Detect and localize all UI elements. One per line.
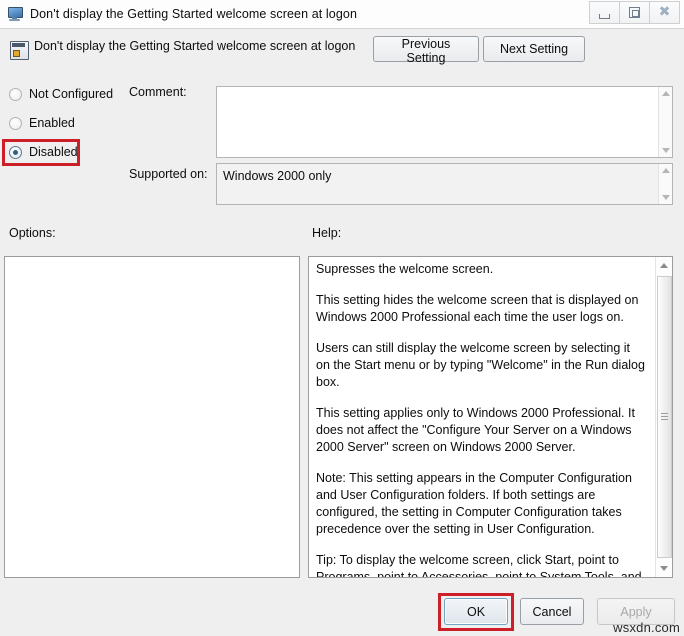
next-setting-button[interactable]: Next Setting (483, 36, 585, 62)
help-scroll-thumb[interactable] (657, 276, 672, 558)
comment-label: Comment: (129, 85, 187, 99)
help-paragraph: This setting applies only to Windows 200… (316, 406, 635, 454)
help-panel: Supresses the welcome screen. This settin… (308, 256, 673, 578)
scroll-up-icon[interactable] (662, 168, 670, 173)
window-controls: ✖ (589, 1, 680, 24)
cancel-button[interactable]: Cancel (520, 598, 584, 625)
restore-button[interactable] (620, 1, 650, 24)
help-paragraph: Tip: To display the welcome screen, clic… (316, 553, 642, 578)
help-paragraph: Note: This setting appears in the Comput… (316, 471, 632, 536)
close-button[interactable]: ✖ (650, 1, 680, 24)
watermark: wsxdn.com (613, 620, 680, 635)
help-scroll-up-button[interactable] (656, 257, 672, 274)
close-icon: ✖ (658, 4, 671, 20)
options-panel[interactable] (4, 256, 300, 578)
options-content (5, 257, 299, 269)
radio-enabled-label: Enabled (29, 116, 75, 130)
scroll-down-icon[interactable] (662, 148, 670, 153)
setting-header: Don't display the Getting Started welcom… (0, 36, 684, 72)
radio-not-configured[interactable]: Not Configured (9, 84, 113, 104)
restore-icon (629, 7, 640, 18)
supported-on-scrollbar[interactable] (658, 164, 672, 204)
scroll-down-icon[interactable] (662, 195, 670, 200)
radio-disabled[interactable]: Disabled (9, 142, 78, 162)
help-text: Supresses the welcome screen. This settin… (316, 261, 646, 578)
scroll-up-icon[interactable] (662, 91, 670, 96)
help-label: Help: (312, 226, 342, 240)
comment-input[interactable] (216, 86, 673, 158)
group-policy-setting-dialog: Don't display the Getting Started welcom… (0, 0, 684, 636)
radio-button-icon (9, 87, 22, 101)
computer-monitor-icon (7, 6, 23, 22)
radio-not-configured-label: Not Configured (29, 87, 114, 101)
radio-button-icon (9, 116, 22, 130)
help-scroll-down-button[interactable] (656, 560, 672, 577)
window-title: Don't display the Getting Started welcom… (30, 7, 358, 21)
supported-on-field: Windows 2000 only (216, 163, 673, 205)
comment-scrollbar[interactable] (658, 87, 672, 157)
supported-on-label: Supported on: (129, 167, 208, 181)
setting-title: Don't display the Getting Started welcom… (34, 39, 356, 53)
previous-setting-button[interactable]: Previous Setting (373, 36, 479, 65)
help-scrollbar[interactable] (655, 257, 672, 577)
title-bar: Don't display the Getting Started welcom… (0, 0, 684, 29)
help-paragraph: Supresses the welcome screen. (316, 262, 494, 276)
radio-enabled[interactable]: Enabled (9, 113, 75, 133)
radio-disabled-label: Disabled (29, 145, 78, 159)
help-paragraph: This setting hides the welcome screen th… (316, 293, 639, 324)
minimize-icon (599, 14, 610, 19)
supported-on-value: Windows 2000 only (223, 169, 332, 183)
radio-button-selected-icon (9, 145, 22, 159)
minimize-button[interactable] (589, 1, 620, 24)
help-paragraph: Users can still display the welcome scre… (316, 341, 645, 389)
ok-button[interactable]: OK (444, 598, 508, 625)
scroll-grip-icon (661, 413, 668, 421)
policy-setting-icon (10, 41, 29, 60)
options-label: Options: (9, 226, 56, 240)
